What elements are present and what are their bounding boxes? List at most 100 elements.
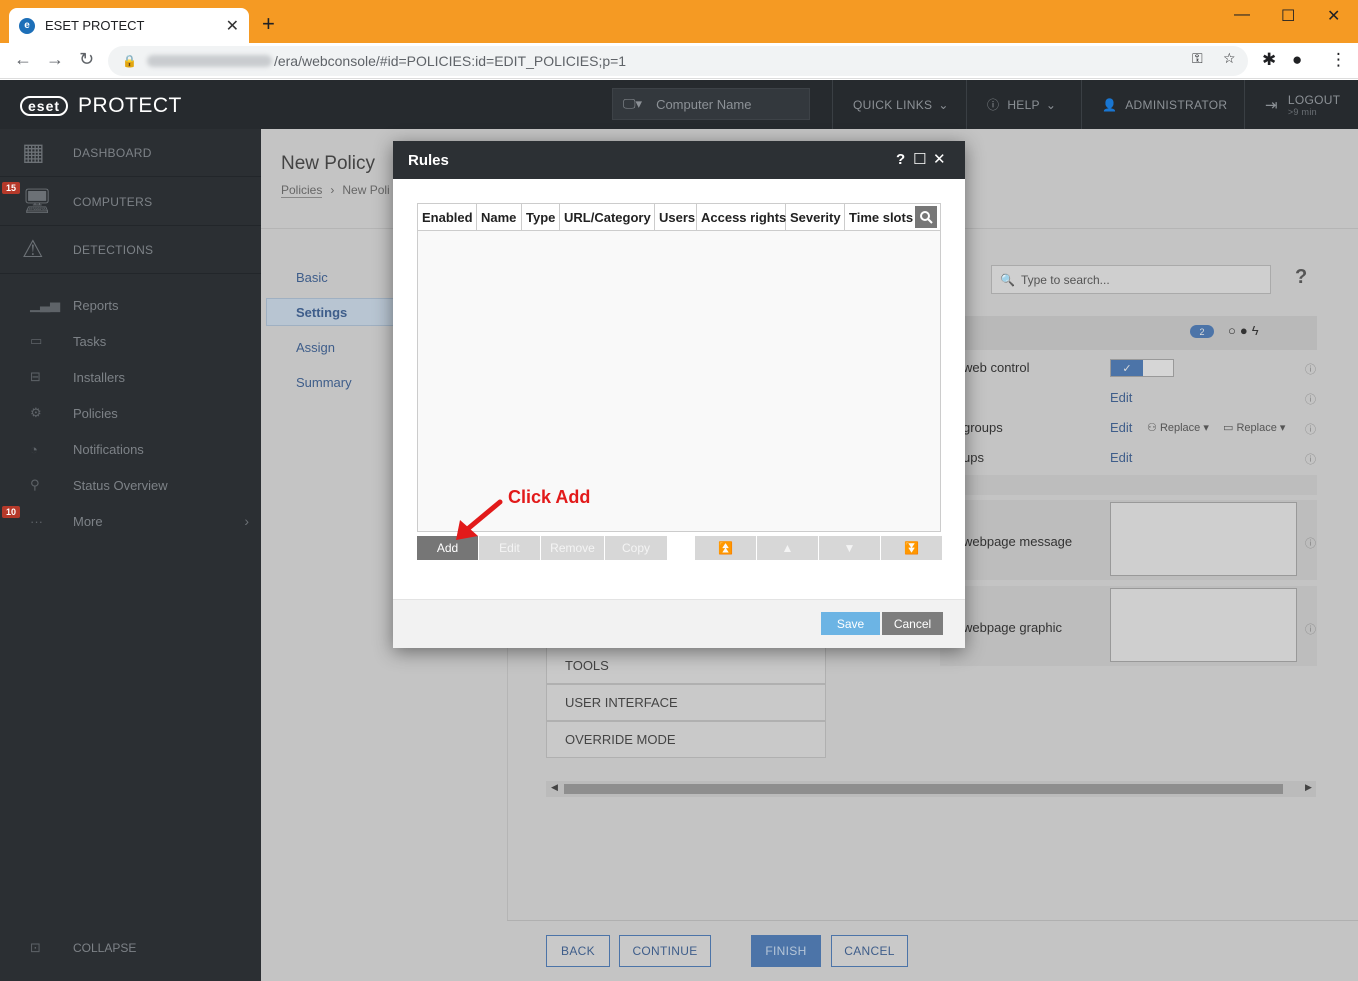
help-menu[interactable]: ⓘ HELP ⌄ <box>966 80 1080 129</box>
logout-button[interactable]: ⇥ LOGOUT >9 min <box>1244 80 1358 129</box>
logo-text: PROTECT <box>78 94 182 117</box>
wizard-step-basic[interactable]: Basic <box>296 270 328 285</box>
section-tools[interactable]: TOOLS <box>546 647 826 684</box>
section-override-mode[interactable]: OVERRIDE MODE <box>546 721 826 758</box>
replace-dropdown[interactable]: ▭ Replace ▾ <box>1223 421 1285 434</box>
remove-rule-button[interactable]: Remove <box>541 536 604 560</box>
cancel-wizard-button[interactable]: CANCEL <box>831 935 908 967</box>
administrator-label: ADMINISTRATOR <box>1125 97 1228 112</box>
profile-avatar-icon[interactable]: ● <box>1292 50 1302 70</box>
move-down-icon[interactable]: ▼ <box>819 536 880 560</box>
computer-search-input[interactable]: 🖵▾ Computer Name <box>612 88 810 120</box>
close-icon[interactable]: ✕ <box>933 152 946 167</box>
reload-icon[interactable]: ↻ <box>79 49 94 70</box>
move-up-icon[interactable]: ▲ <box>757 536 818 560</box>
tab-close-icon[interactable]: ✕ <box>226 16 239 36</box>
column-time-slots[interactable]: Time slots <box>845 204 915 231</box>
quick-links-menu[interactable]: QUICK LINKS ⌄ <box>832 80 965 129</box>
move-top-icon[interactable]: ⏫ <box>695 536 756 560</box>
table-search-icon[interactable] <box>915 206 937 228</box>
back-arrow-icon[interactable]: ← <box>14 49 32 70</box>
chrome-menu-icon[interactable]: ⋮ <box>1330 50 1347 70</box>
browser-tab[interactable]: e ESET PROTECT ✕ <box>9 8 249 43</box>
extensions-puzzle-icon[interactable]: ✱ <box>1262 50 1276 70</box>
column-type[interactable]: Type <box>522 204 560 231</box>
section-user-interface[interactable]: USER INTERFACE <box>546 684 826 721</box>
webpage-message-textarea[interactable] <box>1110 502 1297 576</box>
dialog-title: Rules <box>408 151 449 169</box>
web-control-toggle[interactable]: ✓ <box>1110 359 1174 377</box>
wizard-step-assign[interactable]: Assign <box>296 340 335 355</box>
scroll-left-icon[interactable]: ◀ <box>551 782 558 793</box>
cancel-button[interactable]: Cancel <box>882 612 943 635</box>
sidebar-item-reports[interactable]: ▁▃▅ Reports <box>0 287 261 323</box>
column-users[interactable]: Users <box>655 204 697 231</box>
maximize-icon[interactable]: ☐ <box>1281 6 1295 26</box>
wizard-step-summary[interactable]: Summary <box>296 375 352 390</box>
forward-arrow-icon[interactable]: → <box>46 49 64 70</box>
logout-label: LOGOUT <box>1287 92 1341 107</box>
star-icon[interactable]: ☆ <box>1223 50 1236 67</box>
sidebar-item-notifications[interactable]: ◔ Notifications <box>0 431 261 467</box>
move-bottom-icon[interactable]: ⏬ <box>881 536 942 560</box>
sidebar-item-label: Policies <box>73 405 118 421</box>
sidebar-item-more[interactable]: 10 ··· More › <box>0 503 261 539</box>
info-icon[interactable]: ⓘ <box>1305 451 1316 467</box>
help-question-icon[interactable]: ? <box>896 152 905 167</box>
rules-dialog: Rules ? ☐ ✕ Enabled Name Type URL/Catego… <box>393 141 965 648</box>
eset-favicon-icon: e <box>19 17 35 34</box>
edit-link[interactable]: Edit <box>1110 390 1132 405</box>
sidebar-collapse-button[interactable]: ⊡ COLLAPSE <box>0 930 261 966</box>
help-question-icon[interactable]: ? <box>1295 266 1307 289</box>
sidebar-item-computers[interactable]: 15 🖥 COMPUTERS <box>0 178 261 226</box>
info-icon[interactable]: ⓘ <box>1305 621 1316 637</box>
warning-triangle-icon: ⚠ <box>22 236 44 263</box>
horizontal-scrollbar[interactable]: ◀ ▶ <box>546 781 1316 797</box>
column-access-rights[interactable]: Access rights <box>697 204 786 231</box>
edit-link[interactable]: Edit <box>1110 420 1132 435</box>
sidebar-item-tasks[interactable]: ▭ Tasks <box>0 323 261 359</box>
url-input[interactable]: 🔒 /era/webconsole/#id=POLICIES:id=EDIT_P… <box>108 46 1248 76</box>
webpage-graphic-textarea[interactable] <box>1110 588 1297 662</box>
caret-down-icon: ▾ <box>1203 422 1209 434</box>
sidebar-item-label: DASHBOARD <box>73 145 152 160</box>
sidebar-item-installers[interactable]: ⊟ Installers <box>0 359 261 395</box>
edit-link[interactable]: Edit <box>1110 450 1132 465</box>
sidebar-item-detections[interactable]: ⚠ DETECTIONS <box>0 226 261 274</box>
sidebar-item-status-overview[interactable]: ⚲ Status Overview <box>0 467 261 503</box>
breadcrumb-policies-link[interactable]: Policies <box>281 183 323 198</box>
replace-label: Replace <box>1236 422 1277 434</box>
table-header: Enabled Name Type URL/Category Users Acc… <box>418 204 940 231</box>
wizard-step-settings[interactable]: Settings <box>296 305 347 320</box>
administrator-menu[interactable]: 👤 ADMINISTRATOR <box>1081 80 1243 129</box>
save-button[interactable]: Save <box>821 612 880 635</box>
sidebar-item-dashboard[interactable]: ▦ DASHBOARD <box>0 129 261 177</box>
info-icon[interactable]: ⓘ <box>1305 421 1316 437</box>
maximize-icon[interactable]: ☐ <box>913 152 926 167</box>
continue-button[interactable]: CONTINUE <box>619 935 711 967</box>
browser-titlebar: e ESET PROTECT ✕ + — ☐ ✕ <box>0 0 1358 43</box>
minimize-icon[interactable]: — <box>1234 6 1250 24</box>
scroll-right-icon[interactable]: ▶ <box>1305 782 1312 793</box>
column-severity[interactable]: Severity <box>786 204 845 231</box>
column-name[interactable]: Name <box>477 204 522 231</box>
new-tab-button[interactable]: + <box>262 13 275 35</box>
copy-rule-button[interactable]: Copy <box>605 536 667 560</box>
replace-dropdown[interactable]: ⚇ Replace ▾ <box>1147 421 1209 434</box>
info-icon[interactable]: ⓘ <box>1305 535 1316 551</box>
column-enabled[interactable]: Enabled <box>418 204 477 231</box>
info-icon[interactable]: ⓘ <box>1305 361 1316 377</box>
back-button[interactable]: BACK <box>546 935 610 967</box>
info-icon[interactable]: ⓘ <box>1305 391 1316 407</box>
tab-title: ESET PROTECT <box>45 18 145 33</box>
finish-button[interactable]: FINISH <box>751 935 821 967</box>
monitor-icon: 🖵▾ <box>623 96 643 111</box>
window-close-icon[interactable]: ✕ <box>1327 6 1340 26</box>
eset-logo: eset PROTECT <box>20 94 182 118</box>
column-url-category[interactable]: URL/Category <box>560 204 655 231</box>
key-icon[interactable]: ⚿ <box>1192 50 1203 67</box>
settings-search-input[interactable]: 🔍 Type to search... <box>991 265 1271 294</box>
setting-state-icons[interactable]: ○●ϟ <box>1228 323 1263 338</box>
sidebar-item-policies[interactable]: ⚙ Policies <box>0 395 261 431</box>
scrollbar-thumb[interactable] <box>564 784 1283 794</box>
